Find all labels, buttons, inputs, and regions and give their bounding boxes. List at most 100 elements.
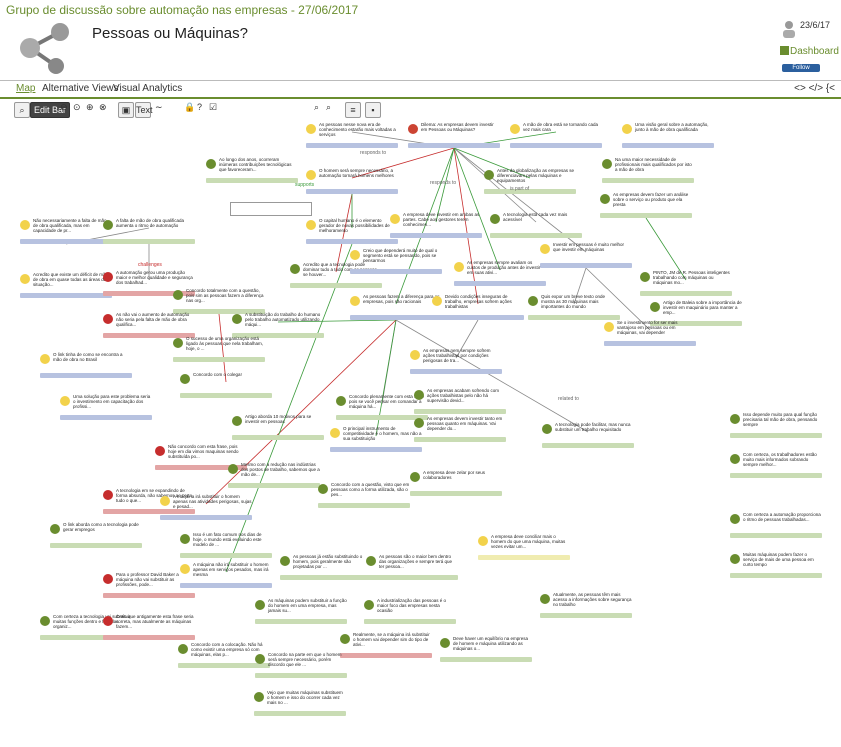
map-node[interactable]: Se o investimento for ser mais vantajoso… [604, 320, 696, 346]
map-node[interactable]: Não necessariamente a falta de mão de ob… [20, 218, 112, 244]
map-node[interactable]: Dilema: As empresas devem investir em Pe… [408, 122, 500, 148]
map-node[interactable]: Deve haver um equilíbrio na empresa de h… [440, 636, 532, 662]
node-toolbar[interactable] [206, 178, 298, 183]
map-node[interactable]: O capital humano é o elemento gerador de… [306, 218, 398, 244]
node-toolbar[interactable] [730, 533, 822, 538]
map-node[interactable]: Creio que antigamente esta frase seria c… [103, 614, 195, 640]
map-node[interactable]: Concordo totalmente com a questão, pois … [173, 288, 265, 314]
debate-map-canvas[interactable]: Dilema: As empresas devem investir em Pe… [10, 122, 830, 742]
map-node[interactable]: Acredito que existe um déficit de mão de… [20, 272, 112, 298]
node-toolbar[interactable] [173, 357, 265, 362]
map-node[interactable]: O link aborda como a tecnologia pode ger… [50, 522, 142, 548]
map-node[interactable]: A tecnologia está cada vez mais acessíve… [490, 212, 582, 238]
map-node[interactable]: Investir em pessoas é muito melhor que i… [540, 242, 632, 268]
map-node[interactable]: Muitas máquinas podem fazer o serviço de… [730, 552, 822, 578]
node-toolbar[interactable] [540, 263, 632, 268]
zoom-in-icon[interactable]: ⊕ [86, 102, 94, 116]
dashboard-icon[interactable] [780, 46, 789, 55]
tab-visual-analytics[interactable]: Visual Analytics [113, 83, 182, 94]
map-node[interactable]: As empresas devem fazer um análise sobre… [600, 192, 692, 218]
zoom-fit-icon[interactable]: ⊙ [73, 102, 81, 116]
map-node[interactable]: Vejo que muitas máquinas substituem o ho… [254, 690, 346, 716]
node-toolbar[interactable] [255, 619, 347, 624]
map-node[interactable]: O homem será sempre necessário, a automa… [306, 168, 398, 194]
map-node[interactable]: A máquina não irá substituir o homem ape… [180, 562, 272, 588]
node-toolbar[interactable] [730, 433, 822, 438]
node-toolbar[interactable] [410, 369, 502, 374]
node-toolbar[interactable] [180, 583, 272, 588]
map-node[interactable]: Isso é um fato comum nos dias de hoje, o… [180, 532, 272, 558]
map-node[interactable]: Na uma maior necessidade de profissionai… [602, 157, 694, 183]
map-node[interactable]: A industrialização das pessoas é o maior… [364, 598, 456, 624]
node-toolbar[interactable] [290, 283, 382, 288]
lock-icon[interactable]: 🔒 [184, 102, 195, 116]
layout-icon[interactable]: ≡ [345, 102, 361, 118]
map-node[interactable]: Concordo com o colega! [180, 372, 272, 398]
node-toolbar[interactable] [255, 673, 347, 678]
map-node[interactable]: As pessoas são o maior bem dentro das or… [366, 554, 458, 580]
select-icon[interactable]: ▣ [118, 102, 134, 118]
node-toolbar[interactable] [280, 575, 372, 580]
map-node[interactable]: As pessoas fazem a diferença para as emp… [350, 294, 442, 320]
map-node[interactable]: Com certeza a automação proporciona o ri… [730, 512, 822, 538]
search-clear-icon[interactable]: ⌕ [326, 102, 331, 116]
node-toolbar[interactable] [364, 619, 456, 624]
map-node[interactable]: As não vai o aumento de automação não se… [103, 312, 195, 338]
node-toolbar[interactable] [600, 213, 692, 218]
embed-icons[interactable]: <> </> {< [794, 83, 835, 94]
node-toolbar[interactable] [454, 281, 546, 286]
node-toolbar[interactable] [366, 575, 458, 580]
map-node[interactable]: A falta de mão de obra qualificada aumen… [103, 218, 195, 244]
node-toolbar[interactable] [103, 593, 195, 598]
node-toolbar[interactable] [484, 189, 576, 194]
node-toolbar[interactable] [340, 653, 432, 658]
map-node[interactable]: PINTO, JM de R. Pessoas inteligentes tra… [640, 270, 732, 296]
node-toolbar[interactable] [640, 291, 732, 296]
map-node[interactable]: Atualmente, as pessoas têm mais acesso a… [540, 592, 632, 618]
node-toolbar[interactable] [330, 447, 422, 452]
node-toolbar[interactable] [20, 239, 112, 244]
map-node[interactable]: As empresas devem investir tanto em pess… [414, 416, 506, 442]
user-avatar-icon[interactable] [782, 20, 796, 38]
map-node[interactable]: As empresas nem sempre sofrem ações trab… [410, 348, 502, 374]
node-toolbar[interactable] [730, 473, 822, 478]
map-node[interactable]: As empresas acabam sofrendo com ações tr… [414, 388, 506, 414]
zoom-out-icon[interactable]: ⊖ [60, 102, 68, 116]
follow-button[interactable]: Follow [782, 64, 820, 72]
map-node[interactable]: Creio que dependerá muito de qual o segm… [350, 248, 442, 274]
map-node[interactable]: A máquina irá substituir o homem apenas … [160, 494, 252, 520]
node-toolbar[interactable] [103, 635, 195, 640]
map-node[interactable]: O link tinha de como se encontra a mão d… [40, 352, 132, 378]
checklist-icon[interactable]: ☑ [209, 102, 217, 116]
map-node[interactable]: Artigo aborda 10 motivos para se investi… [232, 414, 324, 440]
search-icon[interactable]: ⌕ [314, 102, 319, 116]
node-toolbar[interactable] [306, 143, 398, 148]
map-node[interactable]: Com certeza, os trabalhadores estão muit… [730, 452, 822, 478]
map-node[interactable]: O sucesso de uma organização está ligado… [173, 336, 265, 362]
node-toolbar[interactable] [20, 293, 112, 298]
node-toolbar[interactable] [50, 543, 142, 548]
map-node[interactable]: A tecnologia pode facilitar, mas nunca s… [542, 422, 634, 448]
node-toolbar[interactable] [542, 443, 634, 448]
tab-alternative-views[interactable]: Alternative Views [42, 83, 119, 94]
node-toolbar[interactable] [228, 483, 320, 488]
text-toggle-button[interactable]: Text [135, 102, 153, 118]
node-toolbar[interactable] [318, 503, 410, 508]
map-node[interactable]: A substituição do trabalho do humano pel… [232, 312, 324, 338]
node-toolbar[interactable] [350, 269, 442, 274]
node-toolbar[interactable] [414, 437, 506, 442]
node-toolbar[interactable] [254, 711, 346, 716]
map-node[interactable]: Uma visão geral sobre a automação, junto… [622, 122, 714, 148]
map-node[interactable]: O principal instrumento de competitivida… [330, 426, 422, 452]
node-toolbar[interactable] [180, 553, 272, 558]
map-node[interactable]: Antes da globalização as empresas se dif… [484, 168, 576, 194]
map-node[interactable]: As empresas sempre avaliam os custos de … [454, 260, 546, 286]
node-toolbar[interactable] [510, 143, 602, 148]
node-toolbar[interactable] [440, 657, 532, 662]
search-icon[interactable]: ⌕ [14, 102, 30, 118]
node-toolbar[interactable] [414, 409, 506, 414]
map-node[interactable]: A empresa deve investir em ambas as part… [390, 212, 482, 238]
tab-map[interactable]: Map [16, 83, 35, 94]
dashboard-link[interactable]: Dashboard [790, 46, 839, 57]
node-toolbar[interactable] [232, 435, 324, 440]
